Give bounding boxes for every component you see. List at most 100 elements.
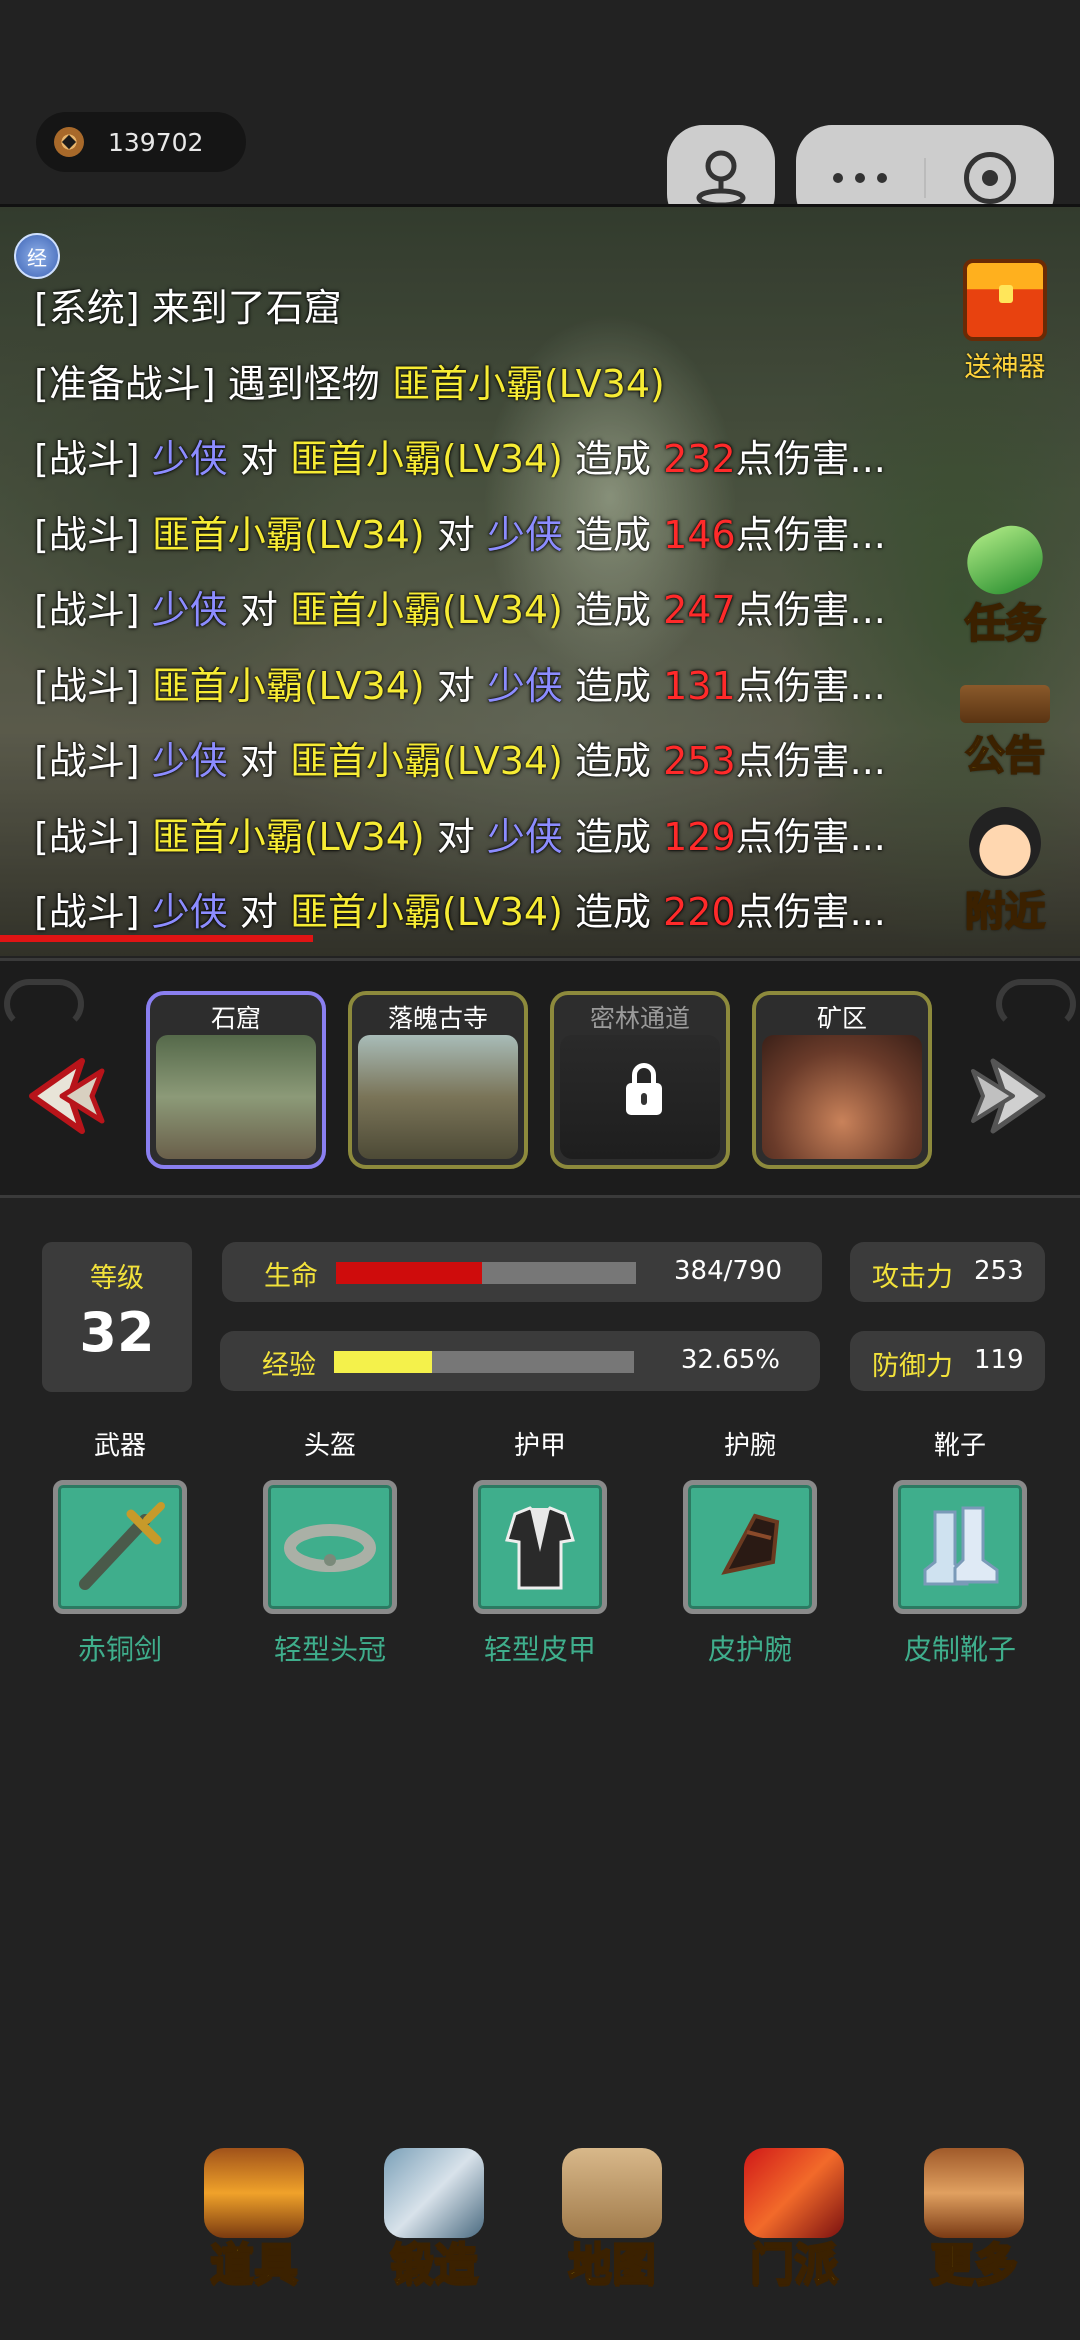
currency-value: 139702 <box>108 127 204 157</box>
hp-bar-fill <box>336 1262 482 1284</box>
notice-label: 公告 <box>964 732 1046 780</box>
quest-button[interactable]: 任务 <box>950 515 1060 649</box>
log-segment: [战斗] <box>34 663 152 708</box>
defense-value: 119 <box>974 1345 1024 1375</box>
equip-boots[interactable]: 靴子 皮制靴子 <box>890 1425 1030 1668</box>
log-segment: 131 <box>663 663 736 708</box>
battle-log-line: [系统] 来到了石窟 <box>34 271 886 347</box>
log-segment: 点伤害... <box>735 739 886 783</box>
log-segment: 对 <box>227 588 290 632</box>
nearby-button[interactable]: 附近 <box>950 807 1060 937</box>
cloud-ornament-left <box>4 979 84 1029</box>
armor-icon <box>505 1506 575 1590</box>
log-segment: [战斗] <box>34 437 152 481</box>
hp-value: 384/790 <box>673 1256 782 1286</box>
cave-thumbnail <box>156 1035 316 1159</box>
defense-label: 防御力 <box>872 1351 953 1382</box>
attack-panel: 攻击力 253 <box>850 1242 1045 1302</box>
nav-forge[interactable]: 锻造 <box>374 2148 494 2291</box>
next-map-button[interactable] <box>965 1051 1055 1141</box>
map-card-temple[interactable]: 落魄古寺 <box>348 991 528 1169</box>
double-chevron-right-icon <box>971 1058 1046 1134</box>
log-segment: 对 <box>424 663 487 708</box>
log-segment: 造成 <box>562 437 664 481</box>
prev-map-button[interactable] <box>20 1051 110 1141</box>
log-segment: 少侠 <box>151 739 228 783</box>
equip-helmet[interactable]: 头盔 轻型头冠 <box>260 1425 400 1668</box>
cloud-ornament-right <box>996 979 1076 1029</box>
equip-frame[interactable] <box>893 1480 1027 1614</box>
nav-sect[interactable]: 门派 <box>734 2148 854 2291</box>
log-segment: 造成 <box>562 663 664 708</box>
item-bag-icon <box>204 2148 304 2238</box>
gift-artifact-button[interactable]: 送神器 <box>950 259 1060 384</box>
log-segment: 匪首小霸(LV34) <box>289 890 563 934</box>
equip-item-name: 轻型皮甲 <box>483 1633 596 1666</box>
equip-weapon[interactable]: 武器 赤铜剑 <box>50 1425 190 1668</box>
battle-log-line: [战斗] 匪首小霸(LV34) 对 少侠 造成 146点伤害... <box>34 498 886 574</box>
equip-item-name: 赤铜剑 <box>77 1633 162 1666</box>
map-card-cave[interactable]: 石窟 <box>146 991 326 1169</box>
equip-slot-label: 护甲 <box>513 1431 566 1461</box>
exp-bar <box>334 1351 634 1373</box>
more-dots-icon[interactable] <box>796 172 924 183</box>
log-segment: 少侠 <box>486 512 563 557</box>
defense-panel: 防御力 119 <box>850 1331 1045 1391</box>
equip-frame[interactable] <box>53 1480 187 1614</box>
log-segment: 少侠 <box>151 890 228 934</box>
equip-item-name: 皮护腕 <box>707 1633 792 1666</box>
map-name: 落魄古寺 <box>387 1004 488 1033</box>
target-icon <box>964 151 1016 204</box>
nav-more[interactable]: 更多 <box>914 2148 1034 2291</box>
jing-badge[interactable]: 经 <box>14 233 60 279</box>
hp-bar <box>336 1262 636 1284</box>
log-segment: 匪首小霸(LV34) <box>151 512 425 557</box>
coin-icon <box>54 127 84 157</box>
equip-frame[interactable] <box>473 1480 607 1614</box>
log-segment: 247 <box>663 588 736 632</box>
equip-bracer[interactable]: 护腕 皮护腕 <box>680 1425 820 1668</box>
log-segment: 129 <box>663 814 736 859</box>
joystick-icon <box>696 150 746 207</box>
log-segment: 点伤害... <box>735 890 886 934</box>
gift-artifact-label: 送神器 <box>964 352 1046 383</box>
nav-more-label: 更多 <box>929 2238 1019 2291</box>
log-segment: 匪首小霸(LV34) <box>289 739 563 783</box>
map-card-mine[interactable]: 矿区 <box>752 991 932 1169</box>
map-card-forest-passage[interactable]: 密林通道 <box>550 991 730 1169</box>
quest-label: 任务 <box>964 600 1046 648</box>
battle-log: [系统] 来到了石窟 [准备战斗] 遇到怪物 匪首小霸(LV34) [战斗] 少侠 … <box>34 271 886 951</box>
close-miniprogram-button[interactable] <box>926 151 1054 204</box>
nav-map[interactable]: 地图 <box>552 2148 672 2291</box>
sword-icon <box>79 1502 165 1590</box>
log-segment: [战斗] <box>34 512 152 557</box>
log-segment: [战斗] <box>34 588 152 632</box>
equip-item-name: 轻型头冠 <box>273 1633 386 1666</box>
equip-armor[interactable]: 护甲 轻型皮甲 <box>470 1425 610 1668</box>
log-segment: [战斗] <box>34 814 152 859</box>
battle-log-line: [准备战斗] 遇到怪物 匪首小霸(LV34) <box>34 347 886 423</box>
equip-slot-label: 靴子 <box>933 1431 986 1461</box>
battle-log-line: [战斗] 少侠 对 匪首小霸(LV34) 造成 232点伤害... <box>34 422 886 498</box>
log-segment: 146 <box>663 512 736 557</box>
map-scroll-icon <box>562 2148 662 2238</box>
notice-button[interactable]: 公告 <box>950 685 1060 781</box>
log-segment: 造成 <box>562 588 664 632</box>
log-segment: 造成 <box>562 512 664 557</box>
log-segment: 少侠 <box>151 437 228 481</box>
equip-frame[interactable] <box>683 1480 817 1614</box>
log-segment: 点伤害... <box>735 814 886 859</box>
log-segment: 匪首小霸(LV34) <box>289 437 563 481</box>
nav-map-label: 地图 <box>567 2238 657 2291</box>
mine-thumbnail <box>762 1035 922 1159</box>
equip-frame[interactable] <box>263 1480 397 1614</box>
log-segment: 少侠 <box>486 663 563 708</box>
log-segment: [系统] <box>34 286 152 330</box>
log-segment: [战斗] <box>34 890 152 934</box>
log-segment: 遇到怪物 <box>227 361 392 406</box>
nav-items[interactable]: 道具 <box>194 2148 314 2291</box>
equip-slot-label: 头盔 <box>303 1431 356 1461</box>
log-segment: 点伤害... <box>735 512 886 557</box>
log-segment: 少侠 <box>486 814 563 859</box>
bracer-icon <box>721 1513 780 1575</box>
